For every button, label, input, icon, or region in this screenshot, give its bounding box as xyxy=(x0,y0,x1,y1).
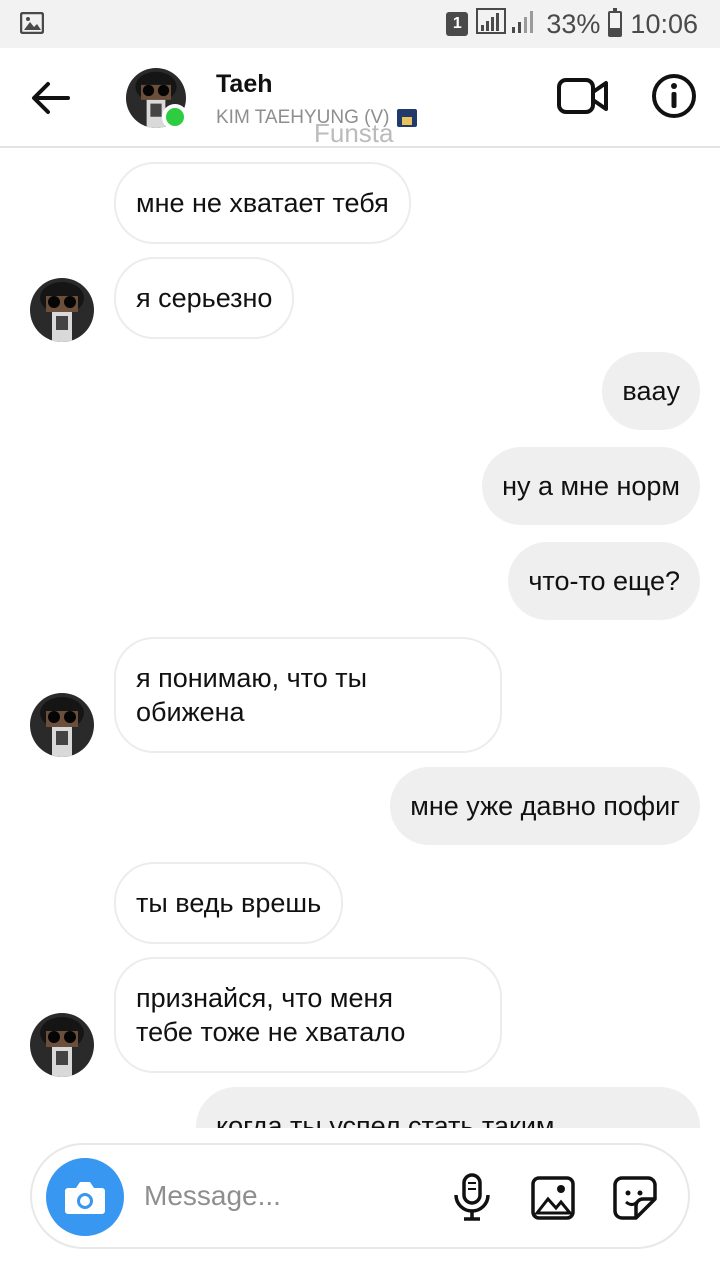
emoji-icon xyxy=(397,109,418,127)
sender-avatar[interactable] xyxy=(30,1013,94,1077)
camera-button[interactable] xyxy=(46,1158,124,1236)
signal-icon xyxy=(476,7,538,42)
message-outgoing[interactable]: ну а мне норм xyxy=(482,447,700,525)
image-icon xyxy=(19,11,45,39)
message-incoming[interactable]: мне не хватает тебя xyxy=(114,162,411,244)
online-status-dot xyxy=(162,104,188,130)
back-button[interactable] xyxy=(28,78,72,118)
conversation-header: Taeh KIM TAEHYUNG (V) Funsta xyxy=(0,48,720,148)
gallery-icon xyxy=(531,1176,575,1220)
message-incoming[interactable]: я серьезно xyxy=(114,257,295,339)
message-input[interactable] xyxy=(144,1170,414,1222)
message-incoming[interactable]: признайся, что меня тебе тоже не хватало xyxy=(114,957,502,1073)
camera-icon xyxy=(65,1182,105,1214)
gallery-button[interactable] xyxy=(530,1175,576,1221)
battery-percent: 33% xyxy=(546,8,601,39)
contact-name[interactable]: Taeh xyxy=(216,70,273,99)
battery-icon xyxy=(608,8,623,37)
microphone-button[interactable] xyxy=(450,1173,494,1221)
message-outgoing[interactable]: что-то еще? xyxy=(508,542,700,620)
sender-avatar[interactable] xyxy=(30,278,94,342)
video-call-icon xyxy=(557,78,608,114)
message-outgoing[interactable]: мне уже давно пофиг xyxy=(390,767,700,845)
back-arrow-icon xyxy=(32,82,70,114)
clock: 10:06 xyxy=(630,8,698,39)
message-incoming[interactable]: я понимаю, что ты обижена xyxy=(114,637,502,753)
message-outgoing[interactable]: вааy xyxy=(602,352,700,430)
message-thread[interactable]: мне не хватает тебя я серьезно вааy ну а… xyxy=(0,150,720,1128)
sticker-icon xyxy=(613,1176,657,1220)
sticker-button[interactable] xyxy=(612,1175,658,1221)
watermark: Funsta xyxy=(314,118,394,148)
sim-slot-badge: 1 xyxy=(446,12,469,36)
sender-avatar[interactable] xyxy=(30,693,94,757)
message-composer xyxy=(30,1143,690,1249)
info-button[interactable] xyxy=(650,72,698,120)
info-icon xyxy=(652,74,696,118)
message-incoming[interactable]: ты ведь врешь xyxy=(114,862,344,944)
message-outgoing[interactable]: когда ты успел стать таким xyxy=(196,1087,700,1128)
status-bar: 1 33% 10:06 xyxy=(0,0,720,48)
video-call-button[interactable] xyxy=(556,74,610,118)
microphone-icon xyxy=(454,1173,490,1221)
